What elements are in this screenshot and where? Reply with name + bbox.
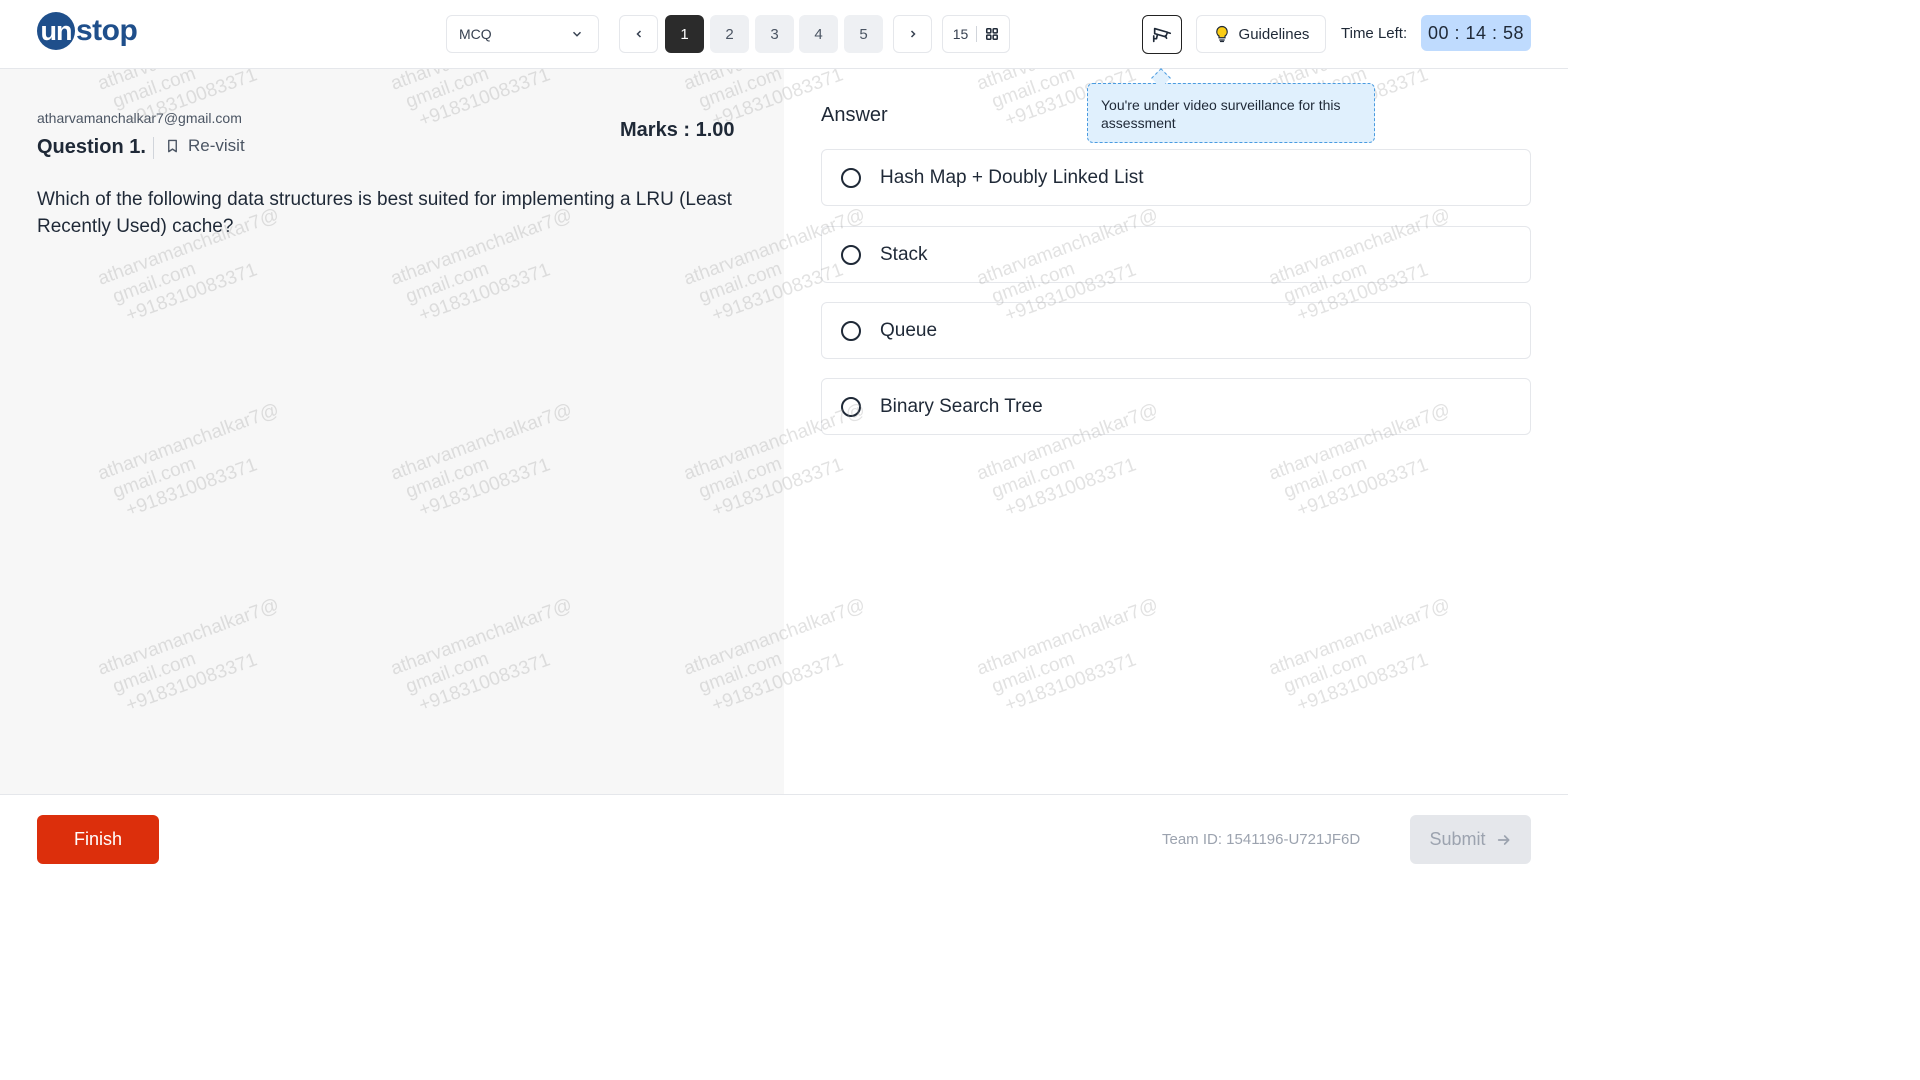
page-button-5[interactable]: 5 — [844, 15, 883, 53]
question-number: Question 1. — [37, 136, 146, 158]
answer-option-label: Binary Search Tree — [880, 395, 1043, 417]
revisit-label: Re-visit — [188, 136, 245, 155]
watermark-text: atharvamanchalkar7@gmail.com+91831008337… — [1266, 595, 1468, 723]
revisit-button[interactable]: Re-visit — [165, 136, 245, 156]
watermark-line: gmail.com — [1281, 648, 1370, 698]
total-questions-count: 15 — [952, 26, 969, 42]
bookmark-icon — [168, 139, 177, 153]
chevron-down-icon — [572, 31, 582, 37]
page-button-2[interactable]: 2 — [710, 15, 749, 53]
page-button-4[interactable]: 4 — [799, 15, 838, 53]
chevron-left-icon — [635, 30, 641, 38]
submit-label: Submit — [1429, 829, 1486, 849]
time-left-label: Time Left: — [1341, 25, 1408, 42]
section-select-value: MCQ — [459, 26, 492, 42]
radio-button[interactable] — [841, 167, 861, 188]
page-button-1[interactable]: 1 — [665, 15, 704, 53]
section-select[interactable]: MCQ — [446, 15, 599, 53]
unstop-logo[interactable]: un stop — [37, 11, 138, 51]
header-bar: un stop MCQ 1 2 3 4 5 15 Guidelines Time… — [0, 0, 1568, 69]
grid-icon — [986, 27, 999, 41]
watermark-line: +918310083371 — [1002, 454, 1139, 522]
next-question-button[interactable] — [893, 15, 932, 53]
chevron-right-icon — [910, 30, 916, 38]
surveillance-tooltip: You're under video surveillance for this… — [1087, 83, 1375, 143]
answer-option-4[interactable]: Binary Search Tree — [821, 378, 1531, 435]
lightbulb-icon — [1215, 25, 1228, 43]
submit-button[interactable]: Submit — [1410, 815, 1531, 864]
watermark-line: atharvamanchalkar7@ — [974, 594, 1162, 680]
radio-button[interactable] — [841, 320, 861, 341]
question-panel — [0, 69, 784, 794]
finish-button[interactable]: Finish — [37, 815, 159, 864]
countdown-timer: 00 : 14 : 58 — [1421, 15, 1531, 51]
watermark-line: +918310083371 — [1002, 649, 1139, 717]
logo-badge: un — [37, 12, 75, 50]
answer-option-1[interactable]: Hash Map + Doubly Linked List — [821, 149, 1531, 206]
radio-button[interactable] — [841, 396, 861, 417]
prev-question-button[interactable] — [619, 15, 658, 53]
watermark-text: atharvamanchalkar7@gmail.com+91831008337… — [974, 595, 1176, 723]
answer-option-2[interactable]: Stack — [821, 226, 1531, 283]
watermark-line: +918310083371 — [1294, 649, 1431, 717]
watermark-line: gmail.com — [989, 648, 1078, 698]
team-id: Team ID: 1541196-U721JF6D — [1162, 831, 1361, 848]
page-button-3[interactable]: 3 — [755, 15, 794, 53]
watermark-line: atharvamanchalkar7@ — [1266, 594, 1454, 680]
answer-option-3[interactable]: Queue — [821, 302, 1531, 359]
answer-option-label: Queue — [880, 319, 938, 341]
footer-bar: Finish Team ID: 1541196-U721JF6D Submit — [0, 794, 1568, 882]
question-marks: Marks : 1.00 — [620, 119, 735, 141]
question-text: Which of the following data structures i… — [37, 189, 732, 237]
logo-text: stop — [76, 14, 138, 47]
answer-option-label: Stack — [880, 243, 928, 265]
cctv-camera-icon — [1152, 27, 1172, 42]
guidelines-button[interactable]: Guidelines — [1196, 15, 1326, 53]
surveillance-camera-button[interactable] — [1142, 15, 1182, 54]
guidelines-label: Guidelines — [1238, 25, 1310, 43]
divider — [976, 26, 978, 42]
candidate-email: atharvamanchalkar7@gmail.com — [37, 110, 242, 126]
answer-heading: Answer — [821, 104, 888, 126]
radio-button[interactable] — [841, 244, 861, 265]
arrow-right-icon — [1497, 834, 1510, 845]
all-questions-button[interactable]: 15 — [942, 15, 1010, 53]
divider — [153, 137, 154, 159]
answer-option-label: Hash Map + Doubly Linked List — [880, 166, 1144, 188]
watermark-line: +918310083371 — [1294, 454, 1431, 522]
